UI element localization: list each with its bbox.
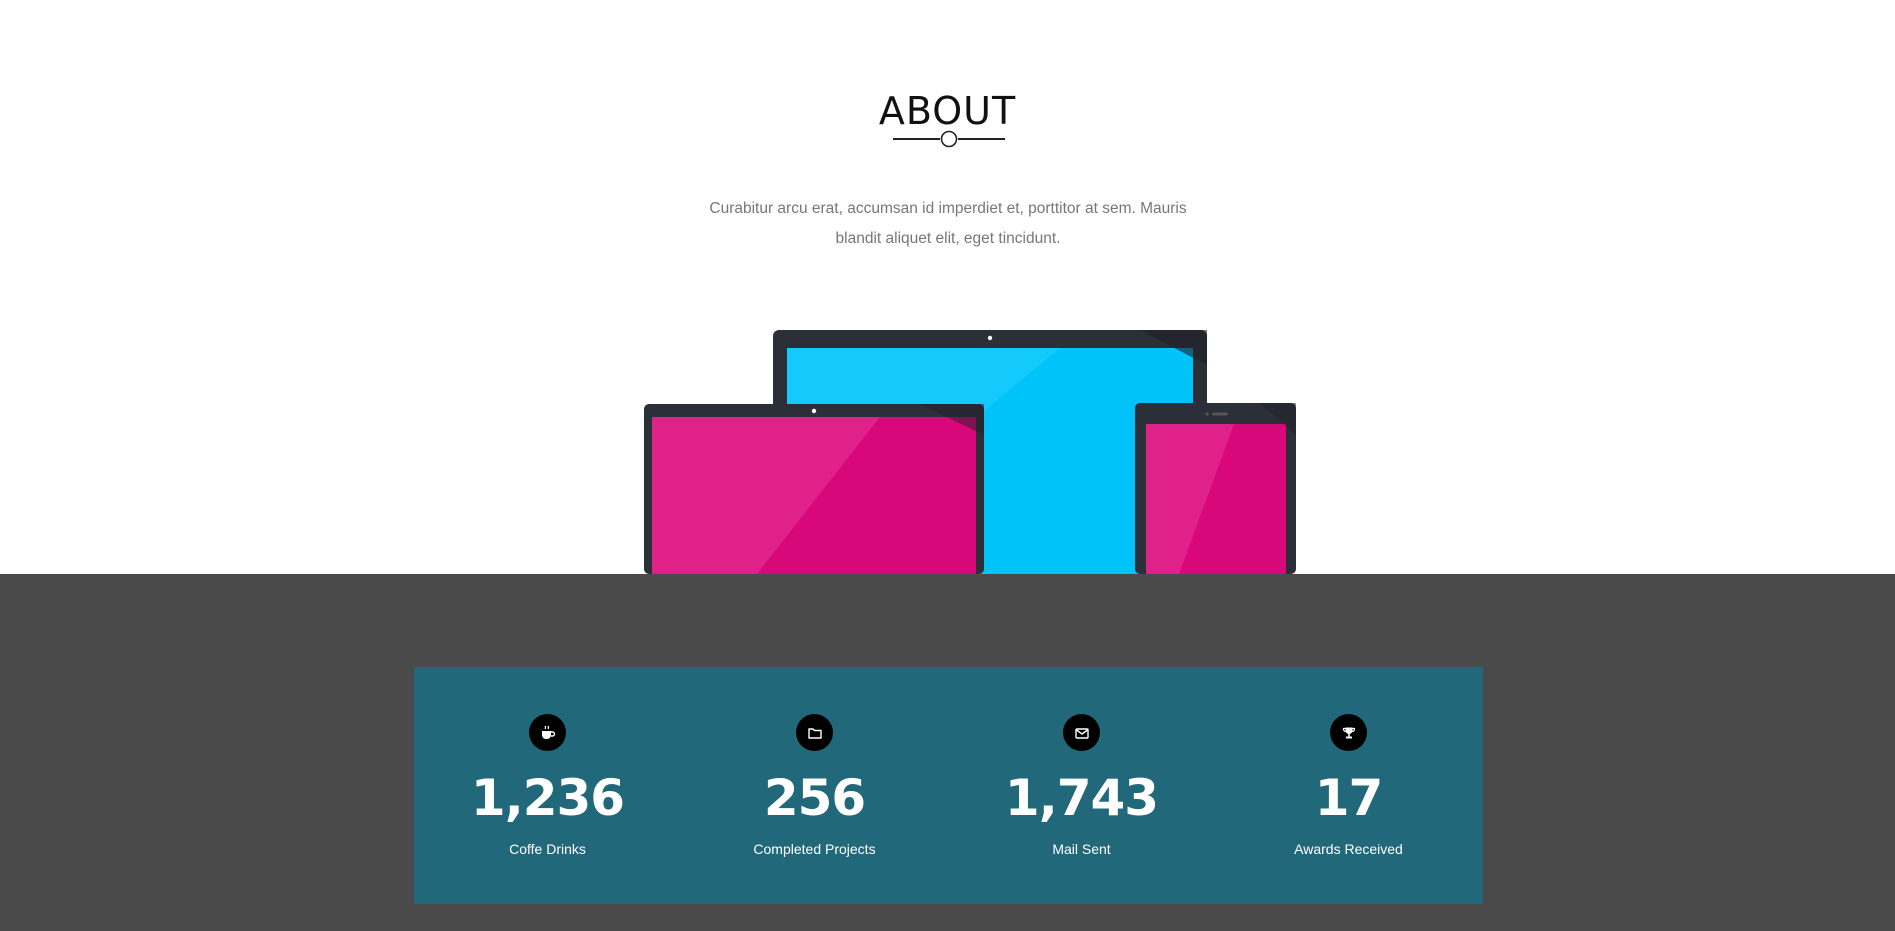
stat-awards: 17 Awards Received — [1215, 667, 1482, 904]
folder-icon — [796, 714, 833, 751]
stats-panel: 1,236 Coffe Drinks 256 Completed Project… — [414, 667, 1483, 904]
tablet-image — [1135, 403, 1296, 574]
devices-illustration — [644, 330, 1296, 574]
stat-label: Coffe Drinks — [509, 841, 586, 857]
section-description: Curabitur arcu erat, accumsan id imperdi… — [709, 199, 1187, 247]
stat-label: Mail Sent — [1052, 841, 1111, 857]
envelope-icon — [1063, 714, 1100, 751]
stat-label: Awards Received — [1294, 841, 1403, 857]
stat-value: 1,236 — [470, 769, 625, 827]
stat-coffee: 1,236 Coffe Drinks — [414, 667, 681, 904]
title-divider — [893, 130, 1005, 148]
about-section: ABOUT Curabitur arcu erat, accumsan id i… — [0, 0, 1895, 574]
coffee-icon — [529, 714, 566, 751]
stat-value: 17 — [1314, 769, 1384, 827]
section-title: ABOUT — [878, 89, 1017, 134]
stat-mail: 1,743 Mail Sent — [948, 667, 1215, 904]
stat-label: Completed Projects — [753, 841, 876, 857]
stat-value: 1,743 — [1004, 769, 1159, 827]
trophy-icon — [1330, 714, 1367, 751]
stat-projects: 256 Completed Projects — [681, 667, 948, 904]
stat-value: 256 — [763, 769, 866, 827]
laptop-image — [644, 404, 984, 574]
